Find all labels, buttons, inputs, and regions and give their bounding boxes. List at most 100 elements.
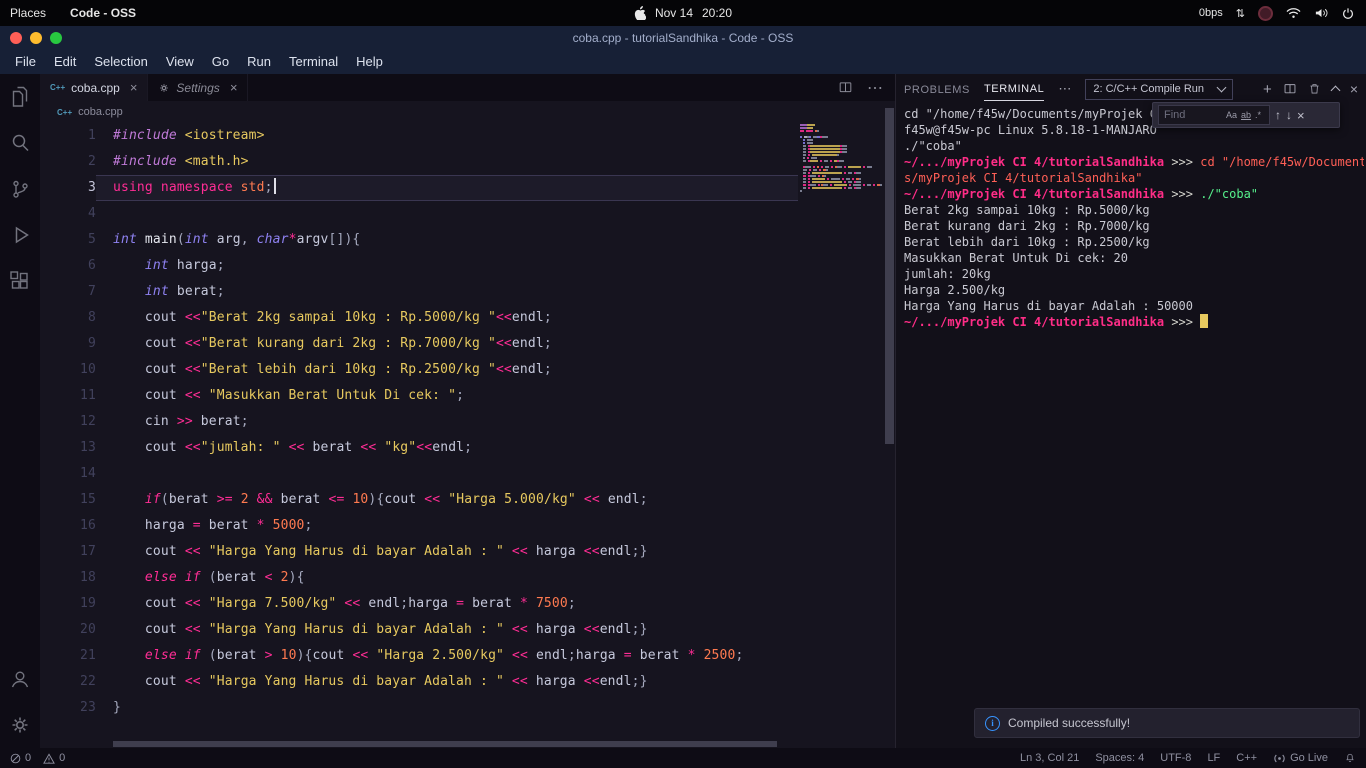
go-live-button[interactable]: Go Live	[1273, 752, 1328, 764]
regex-toggle[interactable]: .*	[1253, 110, 1263, 120]
status-errors[interactable]: 0	[10, 752, 31, 764]
accounts-icon[interactable]	[0, 656, 40, 702]
code-line[interactable]: 5int main(int arg, char*argv[]){	[40, 227, 800, 253]
wifi-icon[interactable]	[1286, 7, 1301, 19]
terminal-selector[interactable]: 2: C/C++ Compile Run	[1085, 79, 1233, 100]
find-next-icon[interactable]: ↓	[1286, 108, 1292, 122]
code-line[interactable]: 18 else if (berat < 2){	[40, 565, 800, 591]
code-line[interactable]: 23}	[40, 695, 800, 721]
menu-terminal[interactable]: Terminal	[280, 50, 347, 74]
code-line[interactable]: 19 cout << "Harga 7.500/kg" << endl;harg…	[40, 591, 800, 617]
code-line[interactable]: 15 if(berat >= 2 && berat <= 10){cout <<…	[40, 487, 800, 513]
menu-run[interactable]: Run	[238, 50, 280, 74]
window-minimize-button[interactable]	[30, 32, 42, 44]
source-control-icon[interactable]	[0, 166, 40, 212]
window-close-button[interactable]	[10, 32, 22, 44]
run-debug-icon[interactable]	[0, 212, 40, 258]
code-line[interactable]: 7 int berat;	[40, 279, 800, 305]
menu-help[interactable]: Help	[347, 50, 392, 74]
tab-coba-cpp[interactable]: C++ coba.cpp ×	[40, 74, 148, 101]
code-line[interactable]: 22 cout << "Harga Yang Harus di bayar Ad…	[40, 669, 800, 695]
terminal-line: Masukkan Berat Untuk Di cek: 20	[904, 250, 1364, 266]
close-find-icon[interactable]: ×	[1297, 108, 1305, 123]
screen-record-icon[interactable]	[1258, 6, 1273, 21]
split-terminal-icon[interactable]	[1283, 82, 1297, 96]
network-speed[interactable]: 0bps	[1199, 7, 1223, 19]
code-line[interactable]: 1#include <iostream>	[40, 123, 800, 149]
vertical-scrollbar[interactable]	[885, 108, 894, 444]
search-icon[interactable]	[0, 120, 40, 166]
minimap[interactable]	[800, 124, 882, 193]
line-number: 12	[40, 409, 96, 435]
editor-more-actions-icon[interactable]: ⋯	[867, 78, 883, 98]
network-arrows-icon[interactable]: ⇅	[1236, 7, 1245, 20]
encoding[interactable]: UTF-8	[1160, 752, 1191, 764]
code-line[interactable]: 12 cin >> berat;	[40, 409, 800, 435]
explorer-icon[interactable]	[0, 74, 40, 120]
eol-sequence[interactable]: LF	[1207, 752, 1220, 764]
close-panel-icon[interactable]: ×	[1350, 81, 1358, 97]
volume-icon[interactable]	[1314, 7, 1329, 19]
code-line[interactable]: 17 cout << "Harga Yang Harus di bayar Ad…	[40, 539, 800, 565]
code-text: if(berat >= 2 && berat <= 10){cout << "H…	[113, 487, 648, 513]
code-line[interactable]: 2#include <math.h>	[40, 149, 800, 175]
code-line[interactable]: 14	[40, 461, 800, 487]
menu-go[interactable]: Go	[203, 50, 238, 74]
code-line[interactable]: 13 cout <<"jumlah: " << berat << "kg"<<e…	[40, 435, 800, 461]
error-icon	[10, 753, 21, 764]
window-maximize-button[interactable]	[50, 32, 62, 44]
apple-icon[interactable]	[634, 6, 646, 20]
code-line[interactable]: 20 cout << "Harga Yang Harus di bayar Ad…	[40, 617, 800, 643]
line-number: 18	[40, 565, 96, 591]
maximize-panel-icon[interactable]	[1330, 86, 1340, 96]
close-tab-icon[interactable]: ×	[130, 80, 138, 95]
panel-more-tabs-icon[interactable]: ⋯	[1058, 81, 1071, 97]
code-area[interactable]: 1#include <iostream>2#include <math.h>3u…	[40, 123, 800, 748]
tab-settings[interactable]: Settings ×	[148, 74, 248, 101]
notification-toast[interactable]: i Compiled successfully!	[974, 708, 1360, 738]
places-menu[interactable]: Places	[10, 6, 46, 20]
extensions-icon[interactable]	[0, 258, 40, 304]
find-input[interactable]	[1162, 108, 1224, 122]
code-line[interactable]: 6 int harga;	[40, 253, 800, 279]
code-line[interactable]: 21 else if (berat > 10){cout << "Harga 2…	[40, 643, 800, 669]
close-tab-icon[interactable]: ×	[230, 80, 238, 95]
new-terminal-icon[interactable]: +	[1263, 82, 1272, 97]
code-line[interactable]: 16 harga = berat * 5000;	[40, 513, 800, 539]
match-case-toggle[interactable]: Aa	[1224, 110, 1239, 120]
kill-terminal-icon[interactable]	[1308, 82, 1321, 96]
app-menu[interactable]: Code - OSS	[70, 6, 136, 20]
menu-selection[interactable]: Selection	[85, 50, 156, 74]
cursor-position[interactable]: Ln 3, Col 21	[1020, 752, 1079, 764]
status-warnings[interactable]: 0	[43, 752, 65, 764]
code-line[interactable]: 4	[40, 201, 800, 227]
breadcrumb[interactable]: C++ coba.cpp	[40, 101, 895, 123]
settings-gear-icon[interactable]	[0, 702, 40, 748]
find-previous-icon[interactable]: ↑	[1275, 108, 1281, 122]
code-line[interactable]: 10 cout <<"Berat lebih dari 10kg : Rp.25…	[40, 357, 800, 383]
code-line[interactable]: 11 cout << "Masukkan Berat Untuk Di cek:…	[40, 383, 800, 409]
clock-date[interactable]: Nov 14	[655, 6, 693, 20]
menu-view[interactable]: View	[157, 50, 203, 74]
tab-terminal[interactable]: TERMINAL	[984, 77, 1044, 101]
tab-problems[interactable]: PROBLEMS	[904, 78, 970, 101]
clock-time[interactable]: 20:20	[702, 6, 732, 20]
line-number: 7	[40, 279, 96, 305]
notifications-bell-icon[interactable]	[1344, 752, 1356, 765]
terminal-output[interactable]: cd "/home/f45w/Documents/myProjek CIf45w…	[904, 106, 1364, 708]
code-line[interactable]: 3using namespace std;	[40, 175, 800, 201]
menu-edit[interactable]: Edit	[45, 50, 85, 74]
code-text: cout << "Harga Yang Harus di bayar Adala…	[113, 539, 648, 565]
line-number: 6	[40, 253, 96, 279]
power-icon[interactable]	[1342, 7, 1354, 20]
indentation[interactable]: Spaces: 4	[1095, 752, 1144, 764]
language-mode[interactable]: C++	[1236, 752, 1257, 764]
breadcrumb-file[interactable]: coba.cpp	[78, 106, 123, 118]
split-editor-icon[interactable]	[838, 80, 853, 95]
whole-word-toggle[interactable]: ab	[1239, 110, 1253, 120]
code-line[interactable]: 8 cout <<"Berat 2kg sampai 10kg : Rp.500…	[40, 305, 800, 331]
code-line[interactable]: 9 cout <<"Berat kurang dari 2kg : Rp.700…	[40, 331, 800, 357]
code-text: cin >> berat;	[113, 409, 249, 435]
menu-file[interactable]: File	[6, 50, 45, 74]
horizontal-scrollbar[interactable]	[113, 741, 777, 747]
